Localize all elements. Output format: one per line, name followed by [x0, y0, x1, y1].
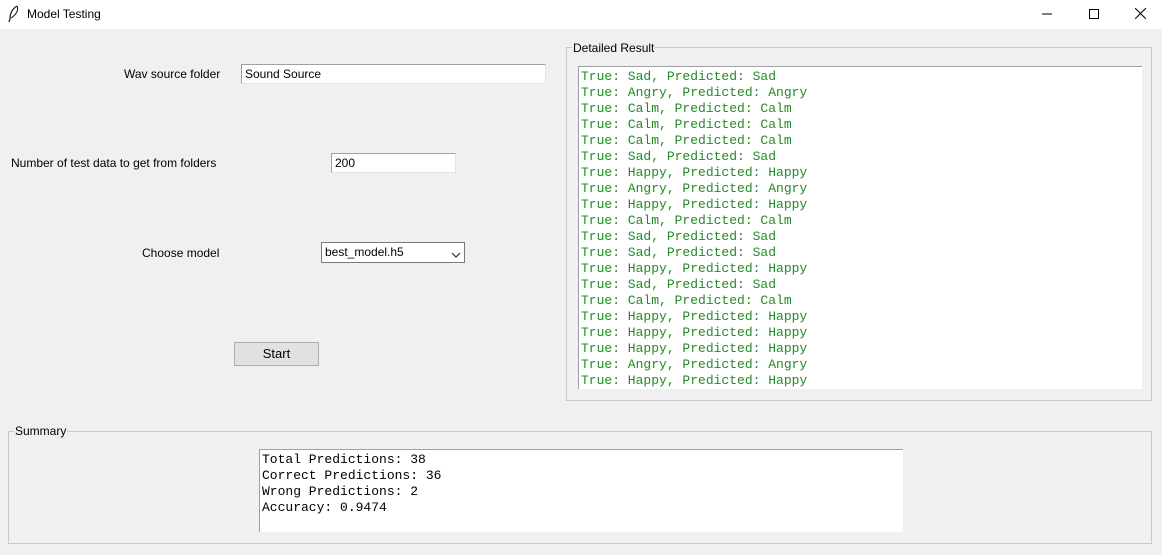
minimize-button[interactable]: [1024, 0, 1070, 29]
detail-result-line: True: Angry, Predicted: Angry: [581, 85, 808, 100]
detail-result-line: True: Calm, Predicted: Calm: [581, 293, 792, 308]
detail-result-line: True: Angry, Predicted: Angry: [581, 181, 808, 196]
detail-result-line: True: Sad, Predicted: Sad: [581, 149, 777, 164]
test-count-input[interactable]: 200: [331, 153, 456, 173]
model-testing-window: Model Testing Wav source folder Sound So…: [0, 0, 1162, 555]
summary-line: Total Predictions: 38: [262, 452, 426, 467]
detail-result-line: True: Sad, Predicted: Sad: [581, 245, 777, 260]
detailed-result-text[interactable]: True: Sad, Predicted: Sad True: Angry, Pr…: [578, 66, 1142, 389]
feather-icon: [6, 5, 22, 23]
summary-line: Accuracy: 0.9474: [262, 500, 387, 515]
model-select-value: best_model.h5: [325, 245, 404, 259]
summary-line: Wrong Predictions: 2: [262, 484, 419, 499]
close-button[interactable]: [1117, 0, 1162, 29]
detail-result-line: True: Happy, Predicted: Happy: [581, 325, 808, 340]
detail-result-line: True: Happy, Predicted: Happy: [581, 309, 808, 324]
detail-result-line: True: Calm, Predicted: Calm: [581, 101, 792, 116]
detail-result-line: True: Angry, Predicted: Angry: [581, 357, 808, 372]
summary-title: Summary: [14, 424, 68, 438]
detail-result-line: True: Happy, Predicted: Happy: [581, 197, 808, 212]
summary-text[interactable]: Total Predictions: 38 Correct Predictions…: [259, 449, 903, 532]
start-button[interactable]: Start: [234, 342, 319, 366]
wav-source-input[interactable]: Sound Source: [241, 64, 546, 84]
detail-result-line: True: Happy, Predicted: Happy: [581, 165, 808, 180]
title-bar[interactable]: Model Testing: [0, 0, 1162, 29]
test-count-label: Number of test data to get from folders: [11, 156, 217, 170]
detailed-result-title: Detailed Result: [572, 41, 656, 55]
chevron-down-icon: [451, 248, 461, 258]
minimize-icon: [1042, 8, 1052, 22]
window-title: Model Testing: [27, 7, 101, 21]
detail-result-line: True: Sad, Predicted: Sad: [581, 277, 777, 292]
maximize-icon: [1089, 8, 1099, 22]
detail-result-line: True: Calm, Predicted: Calm: [581, 117, 792, 132]
detail-result-line: True: Calm, Predicted: Calm: [581, 213, 792, 228]
wav-source-label: Wav source folder: [124, 67, 221, 81]
close-icon: [1134, 7, 1146, 22]
detail-result-line: True: Happy, Predicted: Happy: [581, 261, 808, 276]
detail-result-line: True: Happy, Predicted: Happy: [581, 341, 808, 356]
summary-line: Correct Predictions: 36: [262, 468, 442, 483]
detail-result-line: True: Sad, Predicted: Sad: [581, 69, 777, 84]
choose-model-label: Choose model: [142, 246, 220, 260]
detail-result-line: True: Happy, Predicted: Happy: [581, 373, 808, 388]
model-select[interactable]: best_model.h5: [321, 242, 465, 263]
detail-result-line: True: Sad, Predicted: Sad: [581, 229, 777, 244]
detail-result-line: True: Calm, Predicted: Calm: [581, 133, 792, 148]
maximize-button[interactable]: [1071, 0, 1117, 29]
